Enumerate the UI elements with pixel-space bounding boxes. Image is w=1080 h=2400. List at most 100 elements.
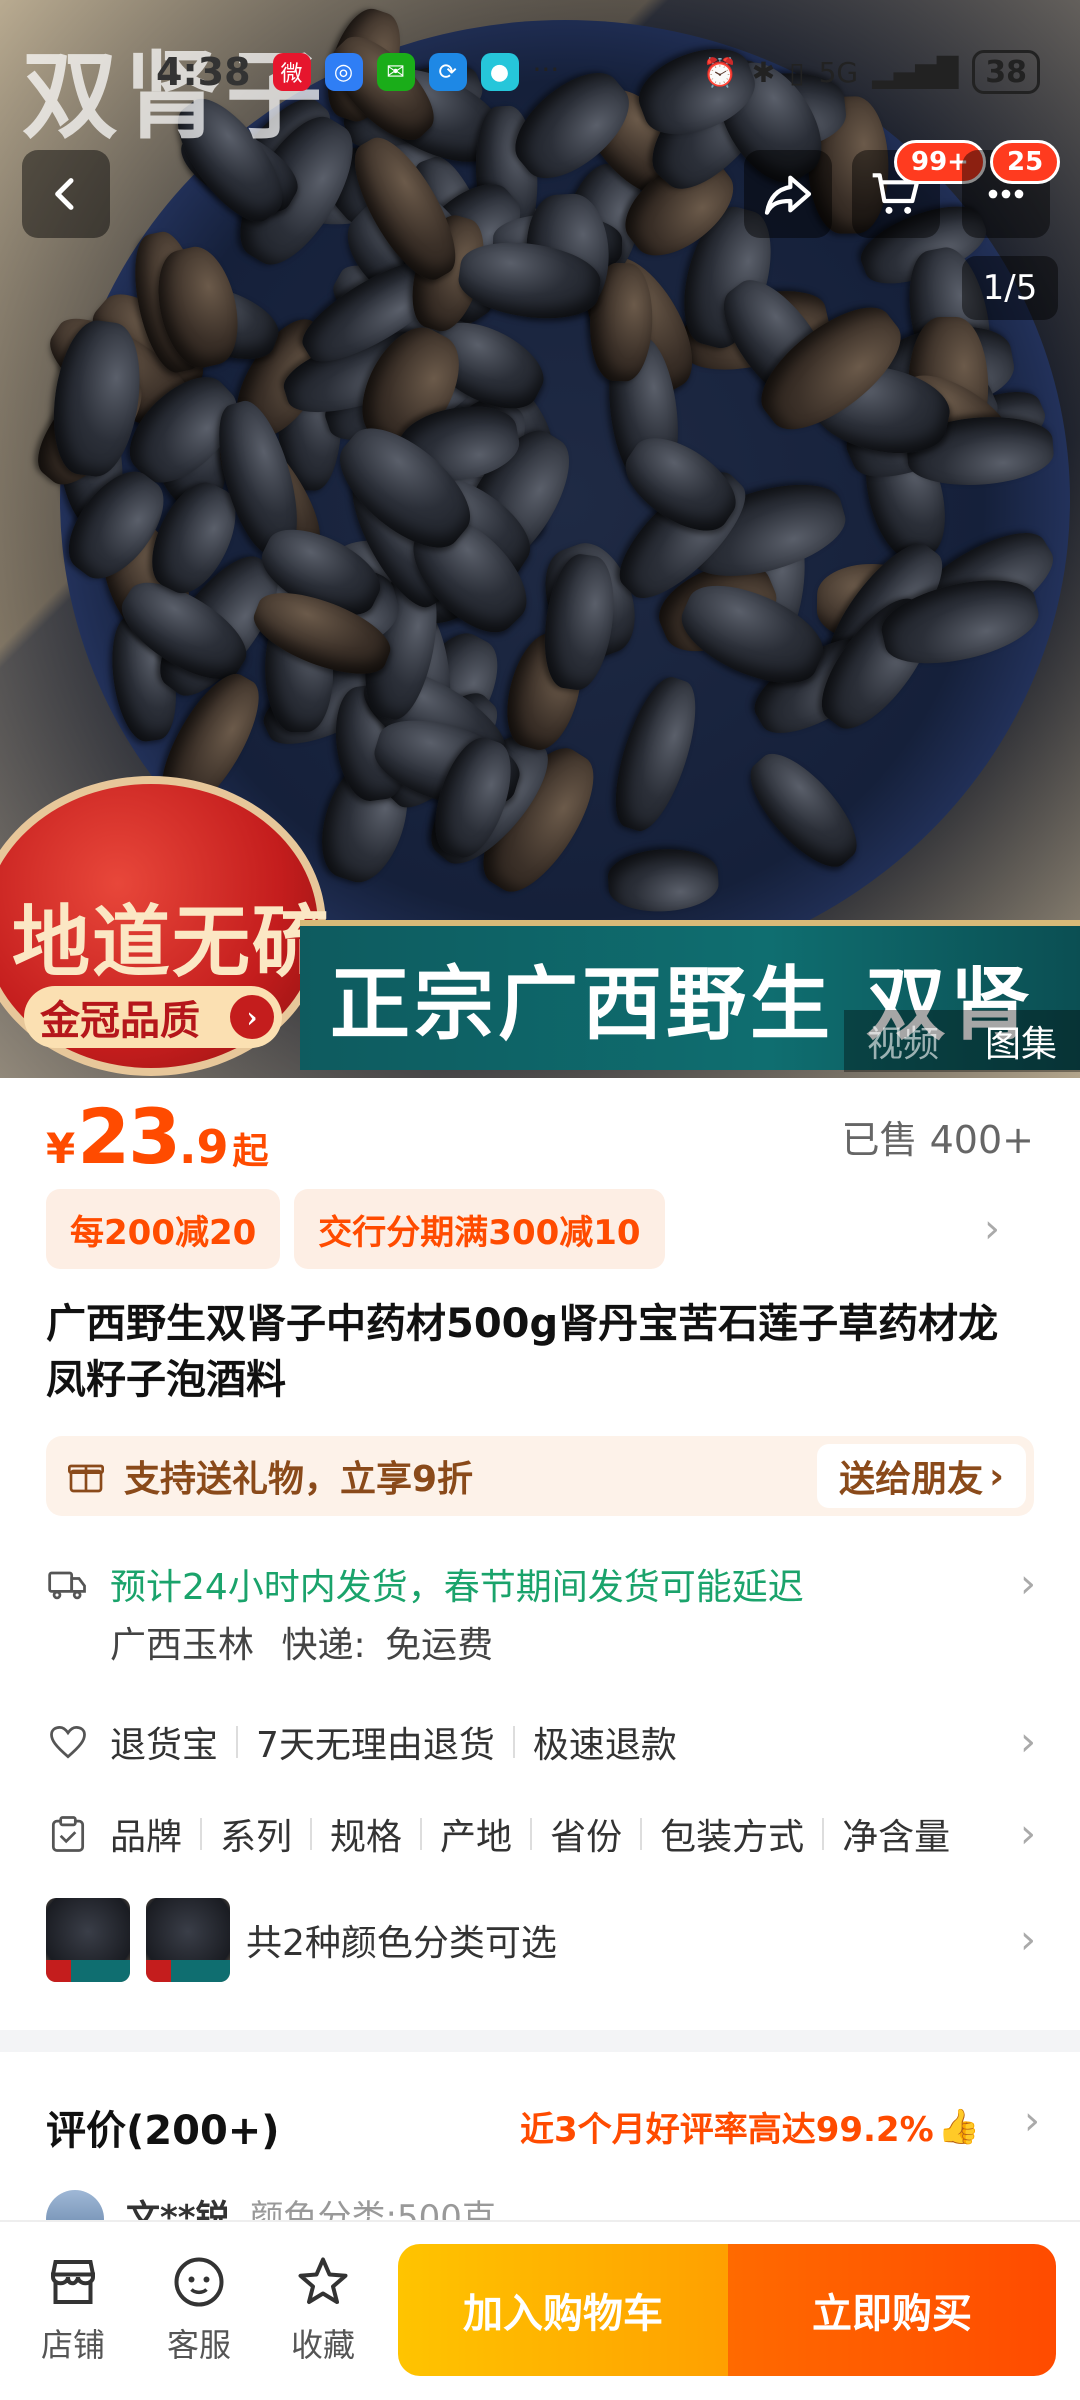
seed-shape — [735, 740, 872, 882]
back-button[interactable] — [22, 150, 110, 238]
vibrate-icon: ▯ — [789, 55, 805, 89]
reviews-rate-text: 近3个月好评率高达99.2% — [520, 2110, 934, 2150]
status-time: 4:38 — [156, 50, 251, 94]
reviews-title[interactable]: 评价(200+) — [46, 2098, 280, 2156]
weibo-icon: 微 — [272, 53, 311, 91]
add-to-cart-button[interactable]: 加入购物车 — [398, 2244, 728, 2376]
divider — [512, 1726, 515, 1758]
chevron-right-icon: › — [1020, 1561, 1036, 1607]
divider — [530, 1818, 533, 1850]
thumbs-up-icon: 👍 — [937, 2106, 980, 2147]
cart-button[interactable]: 99+ — [852, 140, 986, 238]
gift-icon — [68, 1464, 104, 1493]
param-brand: 品牌 — [110, 1817, 183, 1858]
price: ¥ 23 .9 起 — [46, 1092, 269, 1181]
price-row: ¥ 23 .9 起 已售 400+ — [0, 1080, 1080, 1192]
share-button[interactable] — [744, 150, 832, 238]
store-icon — [51, 2260, 95, 2304]
params-row[interactable]: 品牌 系列 规格 产地 省份 包装方式 净含量 › — [46, 1808, 1046, 1860]
chevron-right-icon: › — [984, 1206, 1000, 1252]
price-currency: ¥ — [46, 1123, 76, 1173]
shipping-row[interactable]: 预计24小时内发货，春节期间发货可能延迟 › — [46, 1558, 1046, 1610]
more-notifications-icon: ··· — [532, 53, 560, 86]
shop-button[interactable]: 店铺 — [18, 2252, 128, 2366]
promo-chip[interactable]: 交行分期满300减10 — [294, 1189, 665, 1269]
param-net-content: 净含量 — [842, 1817, 951, 1858]
star-icon — [298, 2257, 348, 2304]
param-origin: 产地 — [440, 1817, 513, 1858]
tab-gallery[interactable]: 图集 — [985, 1015, 1057, 1067]
chevron-right-icon: › — [1024, 2098, 1040, 2144]
variant-thumbnail[interactable] — [146, 1898, 230, 1982]
guarantee-row[interactable]: 退货宝 7天无理由退货 极速退款 › — [46, 1716, 1046, 1768]
send-to-friend-button[interactable]: 送给朋友 › — [817, 1444, 1026, 1508]
variants-text: 共2种颜色分类可选 — [246, 1923, 557, 1964]
service-label: 客服 — [166, 2326, 231, 2364]
alarm-icon: ⏰ — [702, 55, 738, 89]
bottom-action-bar: 店铺 客服 收藏 加入购物车 立即购买 — [0, 2220, 1080, 2400]
promo-chip[interactable]: 每200减20 — [46, 1189, 281, 1269]
seal-pill: 金冠品质 › — [24, 986, 282, 1048]
chevron-left-icon — [55, 178, 74, 210]
variants-row[interactable]: 共2种颜色分类可选 › — [46, 1898, 1046, 1982]
messages-button[interactable]: 25 — [962, 140, 1061, 238]
tab-video[interactable]: 视频 — [867, 1015, 939, 1067]
promo-row[interactable]: 每200减20 交行分期满300减10 › — [46, 1188, 1040, 1270]
price-decimal: .9 — [179, 1119, 229, 1174]
divider — [200, 1818, 203, 1850]
wechat-icon: ✉ — [376, 53, 415, 91]
seed-shape — [601, 670, 710, 839]
shipping-express-label: 快递: — [281, 1625, 366, 1666]
param-series: 系列 — [220, 1817, 293, 1858]
chevron-right-icon: › — [230, 995, 274, 1039]
seal-pill-label: 金冠品质 — [40, 997, 200, 1044]
chevron-right-icon: › — [1020, 1719, 1036, 1765]
chevron-right-icon: › — [1020, 1917, 1036, 1963]
product-title: 广西野生双肾子中药材500g肾丹宝苦石莲子草药材龙凤籽子泡酒料 — [46, 1301, 999, 1403]
param-province: 省份 — [550, 1817, 623, 1858]
truck-icon — [48, 1571, 86, 1600]
favorite-button[interactable]: 收藏 — [268, 2252, 378, 2366]
price-integer: 23 — [77, 1091, 181, 1181]
status-bar: 4:38 微 ◎ ✉ ⟳ ● ··· ⏰ ✱ ▯ 5G ▂▄▆█ 38 — [0, 40, 1080, 104]
divider — [236, 1726, 239, 1758]
section-divider — [0, 2030, 1080, 2052]
divider — [420, 1818, 423, 1850]
gift-banner[interactable]: 支持送礼物，立享9折 送给朋友 › — [46, 1436, 1034, 1516]
share-icon — [764, 175, 812, 215]
shipping-origin: 广西玉林 — [110, 1625, 255, 1666]
signal-label: 5G — [818, 55, 859, 89]
app-icon: ⟳ — [428, 53, 467, 91]
signal-icon: ▂▄▆█ — [872, 55, 959, 89]
divider — [822, 1818, 825, 1850]
app-icon: ◎ — [324, 53, 363, 91]
status-app-icons: 微 ◎ ✉ ⟳ ● ··· — [272, 53, 560, 91]
shop-label: 店铺 — [40, 2326, 105, 2364]
shipping-estimate: 预计24小时内发货，春节期间发货可能延迟 — [110, 1567, 804, 1608]
chat-face-icon — [174, 2257, 224, 2307]
media-tabs: 视频 图集 — [844, 1010, 1080, 1072]
param-spec: 规格 — [330, 1817, 403, 1858]
gift-text: 支持送礼物，立享9折 — [124, 1459, 474, 1500]
favorite-label: 收藏 — [290, 2326, 355, 2364]
customer-service-button[interactable]: 客服 — [144, 2252, 254, 2366]
heart-shield-icon — [50, 1725, 86, 1759]
guarantee-7day-return: 7天无理由退货 — [256, 1725, 495, 1766]
divider — [640, 1818, 643, 1850]
image-page-counter: 1/5 — [962, 256, 1058, 320]
buy-now-button[interactable]: 立即购买 — [728, 2244, 1056, 2376]
chevron-right-icon: › — [1020, 1811, 1036, 1857]
reviews-rate[interactable]: 近3个月好评率高达99.2% 👍 — [520, 2102, 980, 2151]
chevron-right-icon: › — [989, 1455, 1004, 1497]
variant-thumbnail[interactable] — [46, 1898, 130, 1982]
clipboard-icon — [51, 1816, 85, 1852]
battery-indicator: 38 — [972, 50, 1040, 94]
bluetooth-icon: ✱ — [751, 55, 776, 89]
shipping-details: 广西玉林 快递: 免运费 — [110, 1616, 493, 1668]
app-icon: ● — [480, 53, 519, 91]
guarantee-fast-refund: 极速退款 — [532, 1725, 677, 1766]
status-right: ⏰ ✱ ▯ 5G ▂▄▆█ 38 — [703, 50, 1040, 94]
send-to-friend-label: 送给朋友 — [839, 1459, 984, 1500]
seed-shape — [606, 846, 720, 915]
divider — [310, 1818, 313, 1850]
